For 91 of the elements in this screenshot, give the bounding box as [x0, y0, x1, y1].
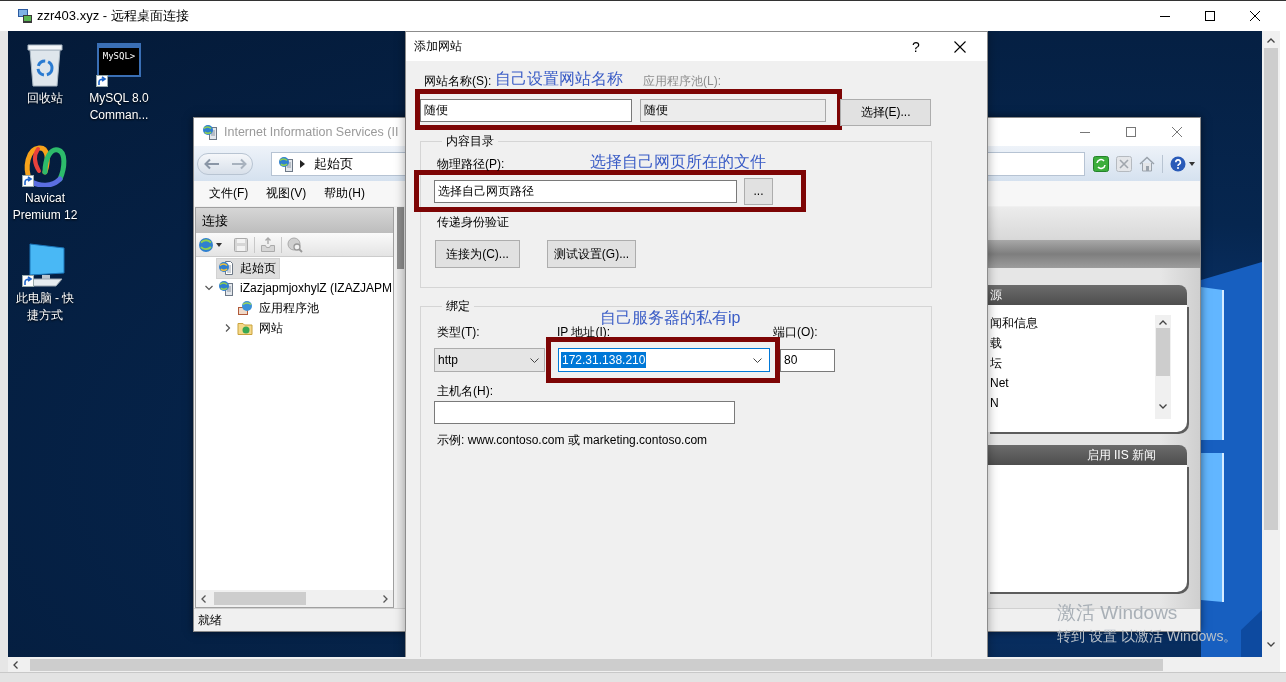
scroll-thumb[interactable] — [1156, 328, 1170, 376]
tree-item[interactable]: iZazjapmjoxhylZ (IZAZJAPM — [216, 277, 397, 299]
scroll-thumb[interactable] — [397, 207, 404, 269]
scroll-left-icon[interactable] — [13, 660, 18, 669]
window-title: Internet Information Services (II — [224, 125, 399, 139]
scroll-up-icon[interactable] — [1159, 320, 1167, 325]
server-globe-icon — [218, 280, 234, 296]
resource-link[interactable]: 闻和信息 — [990, 313, 1038, 333]
resource-link[interactable]: 坛 — [990, 353, 1038, 373]
icon-label[interactable]: MySQL 8.0 Comman... — [85, 90, 153, 124]
field-label: 网站名称(S): — [424, 73, 492, 89]
menu-item[interactable]: 视图(V) — [257, 185, 316, 202]
console-window-icon[interactable]: MySQL> — [97, 43, 141, 77]
field-label: 端口(O): — [773, 324, 818, 340]
resource-link[interactable]: 载 — [990, 333, 1038, 353]
group-title: 绑定 — [445, 298, 471, 314]
search-icon[interactable] — [287, 236, 303, 253]
back-arrow-icon[interactable] — [203, 157, 220, 170]
scroll-thumb[interactable] — [30, 658, 1163, 671]
scroll-thumb[interactable] — [214, 592, 306, 605]
vertical-scrollbar[interactable] — [397, 207, 405, 608]
scroll-right-icon[interactable] — [383, 594, 388, 603]
field-label: 主机名(H): — [437, 383, 494, 399]
icon-label[interactable]: Navicat Premium 12 — [11, 190, 79, 224]
path-field[interactable]: 选择自己网页路径 — [434, 179, 737, 203]
icon-label[interactable]: 回收站 — [11, 90, 79, 107]
scroll-up-icon[interactable] — [1267, 38, 1275, 43]
help-icon[interactable] — [1170, 155, 1186, 172]
globe-box-icon — [237, 300, 253, 316]
vertical-scrollbar[interactable] — [1262, 31, 1280, 657]
globe-page-icon — [218, 260, 234, 276]
dialog-button[interactable]: 连接为(C)... — [435, 240, 520, 268]
chevron-right-icon[interactable] — [223, 324, 232, 332]
globe-icon[interactable] — [198, 236, 214, 253]
close-icon[interactable] — [954, 40, 966, 53]
browse-button[interactable]: ... — [744, 177, 773, 205]
chevron-down-icon[interactable] — [204, 284, 213, 292]
port-field[interactable]: 80 — [780, 348, 835, 372]
status-text: 就绪 — [198, 611, 222, 629]
pane-header: 连接 — [196, 208, 393, 233]
window-title: zzr403.xyz - 远程桌面连接 — [37, 7, 189, 25]
folder-icon — [237, 320, 253, 336]
caret-icon[interactable] — [1189, 161, 1195, 166]
caret-icon[interactable] — [216, 242, 222, 247]
icon-label[interactable]: 此电脑 - 快捷方式 — [11, 290, 79, 324]
resource-link[interactable]: Net — [990, 373, 1038, 393]
field-label: 应用程序池(L): — [643, 73, 721, 89]
enable-news-link[interactable]: 启用 IIS 新闻 — [1086, 446, 1156, 464]
server-globe-icon — [278, 155, 294, 172]
panel-title: 源 — [990, 286, 1002, 304]
type-select[interactable]: http — [434, 348, 545, 372]
field-label: 类型(T): — [437, 324, 481, 340]
field-label: 物理路径(P): — [437, 157, 505, 171]
resource-link[interactable]: N — [990, 393, 1038, 413]
help-button[interactable]: ? — [906, 35, 926, 58]
group-title: 内容目录 — [445, 133, 495, 149]
annotation-text: 自己设置网站名称 — [495, 69, 624, 89]
activation-hint: 转到 设置 以激活 Windows。 — [1057, 627, 1238, 645]
minimize-icon[interactable] — [1159, 15, 1170, 17]
horizontal-scrollbar[interactable] — [196, 590, 393, 607]
breadcrumb-arrow-icon[interactable] — [300, 159, 305, 168]
recycle-bin-icon[interactable] — [25, 41, 65, 87]
dialog-title: 添加网站 — [414, 38, 462, 55]
tree-item[interactable]: 网站 — [235, 317, 287, 339]
monitors-icon — [17, 8, 33, 24]
chevron-down-icon — [530, 357, 539, 363]
site-name-field[interactable]: 随便 — [420, 99, 632, 122]
select-button[interactable]: 选择(E)... — [840, 99, 931, 126]
server-globe-icon — [202, 124, 218, 140]
menu-item[interactable]: 文件(F) — [200, 185, 258, 202]
scroll-thumb[interactable] — [1264, 48, 1278, 530]
breadcrumb-item[interactable]: 起始页 — [314, 154, 353, 173]
activation-title: 激活 Windows — [1057, 601, 1178, 625]
maximize-icon[interactable] — [1204, 11, 1215, 21]
chevron-down-icon — [753, 357, 762, 363]
tree-item[interactable]: 应用程序池 — [235, 297, 323, 319]
hostname-field[interactable] — [434, 401, 735, 424]
refresh-icon[interactable] — [1093, 155, 1109, 172]
console-prompt-text: MySQL> — [102, 50, 136, 62]
vertical-scrollbar[interactable] — [1155, 315, 1171, 419]
section-label: 传递身份验证 — [437, 214, 510, 230]
menu-item[interactable]: 帮助(H) — [315, 185, 374, 202]
horizontal-scrollbar[interactable] — [8, 657, 1262, 672]
annotation-text: 自己服务器的私有ip — [600, 309, 742, 327]
close-icon[interactable] — [1249, 11, 1260, 21]
tree-item[interactable]: 起始页 — [216, 257, 280, 279]
dialog-button[interactable]: 测试设置(G)... — [547, 240, 636, 268]
example-text: 示例: www.contoso.com 或 marketing.contoso.com — [437, 432, 709, 448]
scroll-left-icon[interactable] — [201, 594, 206, 603]
ip-address-combobox[interactable]: 172.31.138.210 — [558, 348, 770, 372]
annotation-text: 选择自己网页所在的文件 — [590, 152, 766, 172]
